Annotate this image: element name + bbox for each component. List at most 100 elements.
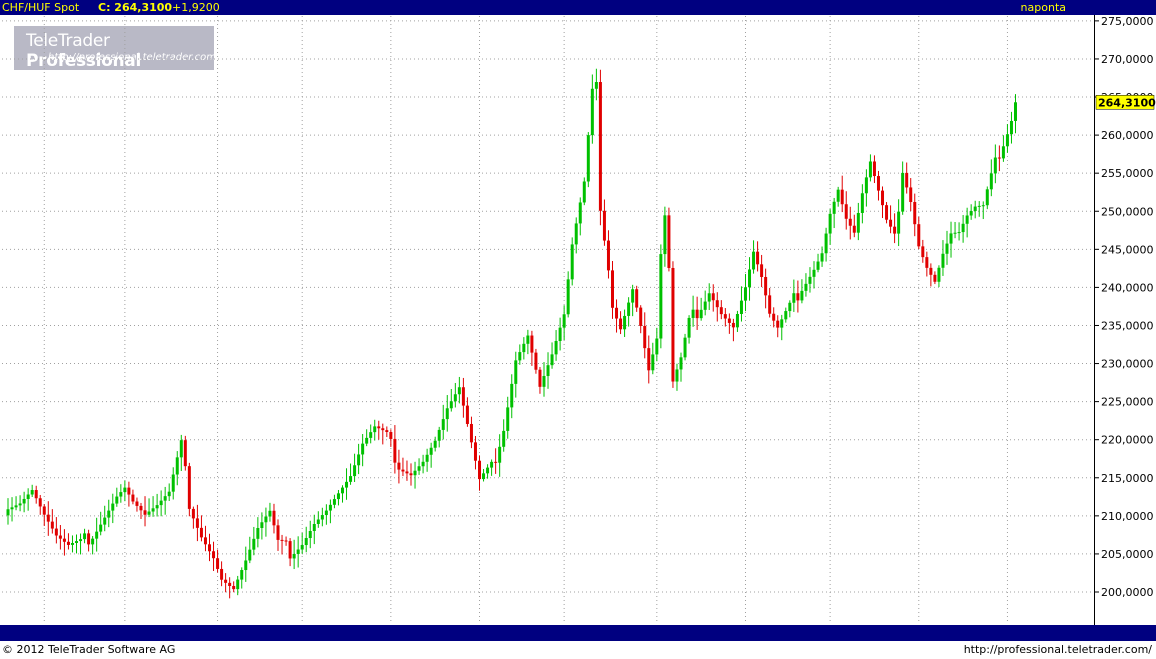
candle-body — [340, 487, 344, 494]
candle-body — [413, 470, 417, 476]
candle-body — [22, 498, 26, 504]
y-tick-label: 225,0000 — [1101, 396, 1154, 409]
candle-body — [409, 473, 413, 476]
y-tick-label: 220,0000 — [1101, 434, 1154, 447]
candle-body — [800, 290, 804, 301]
candle-body — [465, 405, 469, 424]
candle-body — [550, 354, 554, 366]
candle-body — [336, 493, 340, 500]
candle-body — [429, 447, 433, 455]
y-tick-label: 270,0000 — [1101, 53, 1154, 66]
candle-body — [659, 254, 663, 339]
candle-body — [143, 510, 147, 515]
candle-body — [107, 510, 111, 518]
candle-body — [812, 269, 816, 277]
candle-body — [115, 496, 119, 504]
y-tick-label: 205,0000 — [1101, 548, 1154, 561]
candle-body — [159, 500, 163, 506]
y-tick-label: 235,0000 — [1101, 319, 1154, 332]
candle-body — [743, 287, 747, 301]
candle-body — [425, 454, 429, 462]
candle-body — [881, 190, 885, 206]
candle-body — [216, 558, 220, 569]
candle-body — [58, 535, 62, 539]
candle-body — [864, 177, 868, 194]
candle-body — [598, 82, 602, 211]
candlestick-chart: 200,0000 205,0000 210,0000 215,0000 220,0000… — [2, 15, 1156, 640]
candle-body — [111, 503, 115, 511]
candle-body — [848, 218, 852, 226]
candle-body — [965, 215, 969, 224]
candle-body — [1014, 102, 1017, 121]
candle-body — [635, 289, 639, 308]
candle-body — [840, 189, 844, 205]
candle-body — [34, 490, 38, 499]
candle-body — [715, 300, 719, 308]
candle-body — [469, 423, 473, 443]
candle-body — [623, 315, 627, 330]
candle-body — [526, 335, 530, 344]
candle-body — [872, 161, 876, 177]
candle-body — [6, 509, 10, 516]
footer-url[interactable]: http://professional.teletrader.com/ — [964, 643, 1152, 656]
y-tick-label: 215,0000 — [1101, 472, 1154, 485]
candle-body — [191, 508, 195, 519]
candle-body — [723, 314, 727, 319]
candle-body — [937, 267, 941, 282]
candle-body — [707, 293, 711, 302]
candle-body — [1005, 134, 1009, 147]
candle-body — [510, 383, 514, 408]
candle-body — [50, 521, 54, 529]
candle-body — [764, 276, 768, 296]
candle-body — [123, 487, 127, 493]
candle-body — [647, 348, 651, 371]
candle-body — [780, 319, 784, 328]
candle-body — [179, 440, 183, 458]
candle-body — [139, 505, 143, 511]
candle-body — [397, 462, 401, 470]
candle-body — [1001, 146, 1005, 159]
candle-body — [260, 522, 264, 529]
candle-body — [328, 504, 332, 511]
candle-body — [393, 438, 397, 463]
candle-body — [695, 309, 699, 319]
candle-body — [844, 204, 848, 219]
candle-body — [175, 457, 179, 475]
candle-body — [687, 317, 691, 338]
candle-body — [482, 473, 486, 480]
candle-body — [103, 517, 107, 525]
candle-body — [506, 407, 510, 431]
candle-body — [977, 205, 981, 207]
y-tick-label: 275,0000 — [1101, 15, 1154, 28]
candle-body — [699, 309, 703, 319]
candle-body — [119, 492, 123, 497]
candle-body — [256, 528, 260, 539]
candle-body — [518, 352, 522, 361]
candle-body — [91, 538, 95, 545]
candle-body — [772, 313, 776, 321]
candle-body — [14, 505, 18, 508]
candle-body — [252, 538, 256, 550]
candle-body — [441, 419, 445, 430]
time-axis[interactable] — [0, 625, 1156, 641]
candle-body — [671, 267, 675, 382]
candle-body — [719, 307, 723, 315]
candle-body — [405, 471, 409, 474]
candle-body — [46, 514, 50, 522]
candle-body — [232, 585, 236, 590]
candle-body — [312, 523, 316, 532]
candle-body — [268, 510, 272, 517]
candle-body — [203, 537, 207, 545]
candle-body — [365, 437, 369, 444]
candle-body — [760, 264, 764, 277]
candle-body — [401, 469, 405, 472]
candle-body — [445, 408, 449, 420]
candle-body — [768, 295, 772, 314]
candle-body — [478, 460, 482, 480]
candle-body — [70, 542, 74, 545]
candle-body — [131, 494, 135, 502]
candle-body — [993, 157, 997, 174]
candle-body — [578, 202, 582, 224]
candle-body — [691, 309, 695, 318]
candle-body — [868, 161, 872, 178]
